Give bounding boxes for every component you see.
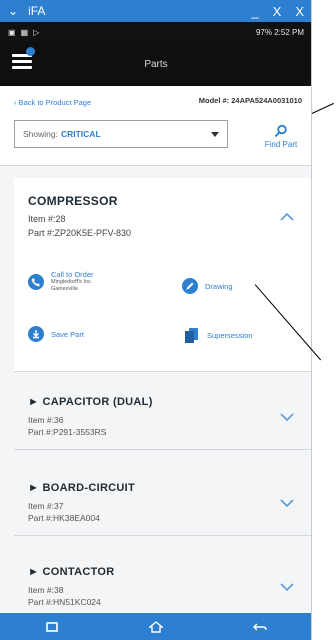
call-to-order-label: Call to Order bbox=[51, 270, 94, 279]
call-to-order-button[interactable]: Call to Order Mingledorff's Inc. Gainesv… bbox=[28, 270, 94, 293]
notification-badge bbox=[26, 47, 35, 56]
find-part-button[interactable]: Find Part bbox=[254, 124, 308, 149]
supersession-label: Supersession bbox=[207, 330, 253, 340]
part-name: COMPRESSOR bbox=[28, 194, 118, 208]
back-to-product-link[interactable]: ‹ Back to Product Page bbox=[14, 98, 91, 107]
dealer-name: Mingledorff's Inc. bbox=[51, 279, 93, 285]
item-number: Item #:28 bbox=[28, 214, 66, 224]
showing-value: CRITICAL bbox=[60, 129, 101, 139]
part-list-item[interactable]: ► CONTACTOR Item #:38 Part #:HN51KC024 bbox=[14, 556, 311, 613]
minimize-button[interactable]: _ bbox=[251, 4, 258, 19]
chevron-down-icon[interactable] bbox=[280, 496, 294, 510]
find-part-label: Find Part bbox=[264, 140, 298, 149]
dealer-city: Gainesville bbox=[51, 286, 78, 292]
page-title: Parts bbox=[144, 58, 168, 70]
recent-apps-icon[interactable] bbox=[45, 621, 59, 633]
supersession-icon bbox=[185, 328, 198, 343]
android-nav-bar bbox=[0, 613, 311, 640]
home-icon[interactable] bbox=[149, 620, 163, 633]
drawing-label: Drawing bbox=[205, 281, 233, 291]
dropdown-caret-icon bbox=[211, 131, 219, 137]
part-filter-panel: ‹ Back to Product Page Model #: 24APA524… bbox=[0, 86, 311, 166]
item-number: Item #:37 bbox=[28, 501, 64, 511]
part-list-item[interactable]: ► CAPACITOR (DUAL) Item #:36 Part #:P291… bbox=[14, 386, 311, 450]
part-number: Part #:ZP20K5E-PFV-830 bbox=[28, 228, 132, 238]
save-part-label: Save Part bbox=[51, 329, 84, 339]
item-number: Item #:36 bbox=[28, 415, 64, 425]
drawing-button[interactable]: Drawing bbox=[182, 278, 233, 294]
part-list-item[interactable]: ► BOARD-CIRCUIT Item #:37 Part #:HK38EA0… bbox=[14, 472, 311, 536]
phone-screen: ⌄ iFA _ X X ▣ ▦ ▷ 97% 2:52 PM Parts ‹ Ba… bbox=[0, 0, 312, 640]
expanded-part-card: COMPRESSOR Item #:28 Part #:ZP20K5E-PFV-… bbox=[14, 178, 311, 372]
window-titlebar: ⌄ iFA _ X X bbox=[0, 0, 311, 22]
chevron-up-icon[interactable] bbox=[280, 210, 294, 224]
phone-icon bbox=[28, 273, 44, 290]
part-number: Part #:HK38EA004 bbox=[28, 513, 100, 523]
chevron-down-icon[interactable] bbox=[280, 580, 294, 594]
item-number: Item #:38 bbox=[28, 585, 64, 595]
play-icon: ▷ bbox=[33, 27, 40, 37]
pencil-icon bbox=[182, 278, 198, 294]
model-number: Model #: 24APA524A0031010 bbox=[198, 96, 302, 105]
chevron-down-icon[interactable]: ⌄ bbox=[8, 4, 18, 18]
chevron-down-icon[interactable] bbox=[280, 410, 294, 424]
part-number: Part #:HN51KC024 bbox=[28, 597, 101, 607]
close-button[interactable]: X bbox=[295, 4, 304, 19]
save-part-button[interactable]: Save Part bbox=[28, 326, 84, 342]
save-icon bbox=[28, 326, 44, 342]
gallery-icon: ▦ bbox=[20, 27, 29, 37]
status-right-text: 97% 2:52 PM bbox=[255, 27, 304, 37]
menu-icon[interactable] bbox=[12, 54, 32, 70]
supersession-button[interactable]: Supersession bbox=[182, 326, 252, 344]
android-status-bar: ▣ ▦ ▷ 97% 2:52 PM bbox=[0, 22, 311, 42]
part-name: ► CAPACITOR (DUAL) bbox=[28, 396, 153, 408]
page-margin bbox=[312, 0, 336, 640]
part-name: ► CONTACTOR bbox=[28, 566, 115, 578]
search-icon bbox=[274, 124, 287, 138]
showing-select[interactable]: Showing: CRITICAL bbox=[14, 120, 228, 148]
back-icon[interactable] bbox=[253, 621, 267, 633]
part-name: ► BOARD-CIRCUIT bbox=[28, 482, 136, 494]
image-icon: ▣ bbox=[8, 27, 16, 37]
app-header: Parts bbox=[0, 42, 311, 86]
showing-label: Showing: bbox=[23, 129, 58, 139]
restore-button[interactable]: X bbox=[273, 4, 282, 19]
part-number: Part #:P291-3553RS bbox=[28, 427, 107, 437]
window-title: iFA bbox=[28, 4, 46, 18]
